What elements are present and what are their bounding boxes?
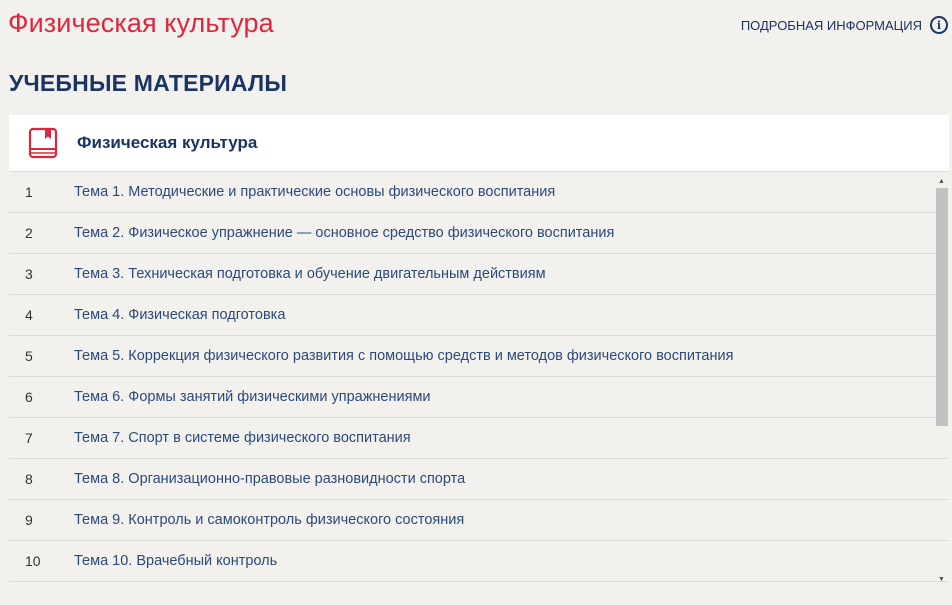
topic-row[interactable]: 6 Тема 6. Формы занятий физическими упраж… [9, 377, 949, 418]
topic-row[interactable]: 7 Тема 7. Спорт в системе физического вос… [9, 418, 949, 459]
page-title: Физическая культура [8, 8, 274, 38]
topic-row[interactable]: 9 Тема 9. Контроль и самоконтроль физичес… [9, 500, 949, 541]
topic-title-link[interactable]: Тема 2. Физическое упражнение — основное… [74, 225, 614, 241]
topic-number: 2 [25, 225, 33, 241]
topic-row[interactable]: 8 Тема 8. Организационно-правовые разнови… [9, 459, 949, 500]
topic-number: 6 [25, 389, 33, 405]
topic-number: 10 [25, 553, 41, 569]
info-circle-icon: i [930, 16, 948, 34]
topic-title-link[interactable]: Тема 8. Организационно-правовые разновид… [74, 471, 465, 487]
topic-row[interactable]: 3 Тема 3. Техническая подготовка и обучен… [9, 254, 949, 295]
topic-number: 5 [25, 348, 33, 364]
topic-list: 1 Тема 1. Методические и практические осн… [9, 172, 949, 588]
course-header[interactable]: Физическая культура [9, 115, 949, 172]
scroll-up-arrow-icon[interactable]: ▲ [934, 174, 949, 188]
topic-title-link[interactable]: Тема 7. Спорт в системе физического восп… [74, 430, 411, 446]
course-title: Физическая культура [77, 133, 258, 152]
topic-title-link[interactable]: Тема 1. Методические и практические осно… [74, 184, 555, 200]
section-title: УЧЕБНЫЕ МАТЕРИАЛЫ [9, 70, 288, 96]
topic-row[interactable]: 10 Тема 10. Врачебный контроль [9, 541, 949, 582]
topic-number: 9 [25, 512, 33, 528]
topic-title-link[interactable]: Тема 9. Контроль и самоконтроль физическ… [74, 512, 464, 528]
topic-title-link[interactable]: Тема 4. Физическая подготовка [74, 307, 285, 323]
topic-title-link[interactable]: Тема 3. Техническая подготовка и обучени… [74, 266, 546, 282]
materials-card: Физическая культура 1 Тема 1. Методически… [9, 115, 949, 605]
more-info-label: ПОДРОБНАЯ ИНФОРМАЦИЯ [740, 17, 922, 33]
more-info-link[interactable]: ПОДРОБНАЯ ИНФОРМАЦИЯ i [741, 16, 948, 34]
scroll-thumb[interactable] [936, 188, 948, 426]
topic-title-link[interactable]: Тема 6. Формы занятий физическими упражн… [74, 389, 431, 405]
topic-number: 4 [25, 307, 33, 323]
topic-number: 7 [25, 430, 33, 446]
topic-title-link[interactable]: Тема 5. Коррекция физического развития с… [74, 348, 733, 364]
scroll-down-arrow-icon[interactable]: ▼ [934, 572, 949, 586]
topic-number: 3 [25, 266, 33, 282]
scrollbar[interactable]: ▲ ▼ [934, 172, 949, 588]
topic-number: 8 [25, 471, 33, 487]
topic-number: 1 [25, 184, 33, 200]
topic-row[interactable]: 4 Тема 4. Физическая подготовка [9, 295, 949, 336]
topic-row[interactable]: 1 Тема 1. Методические и практические осн… [9, 172, 949, 213]
topic-row[interactable]: 2 Тема 2. Физическое упражнение — основно… [9, 213, 949, 254]
topic-title-link[interactable]: Тема 10. Врачебный контроль [74, 553, 277, 569]
book-icon [28, 127, 58, 159]
topic-row[interactable]: 5 Тема 5. Коррекция физического развития … [9, 336, 949, 377]
